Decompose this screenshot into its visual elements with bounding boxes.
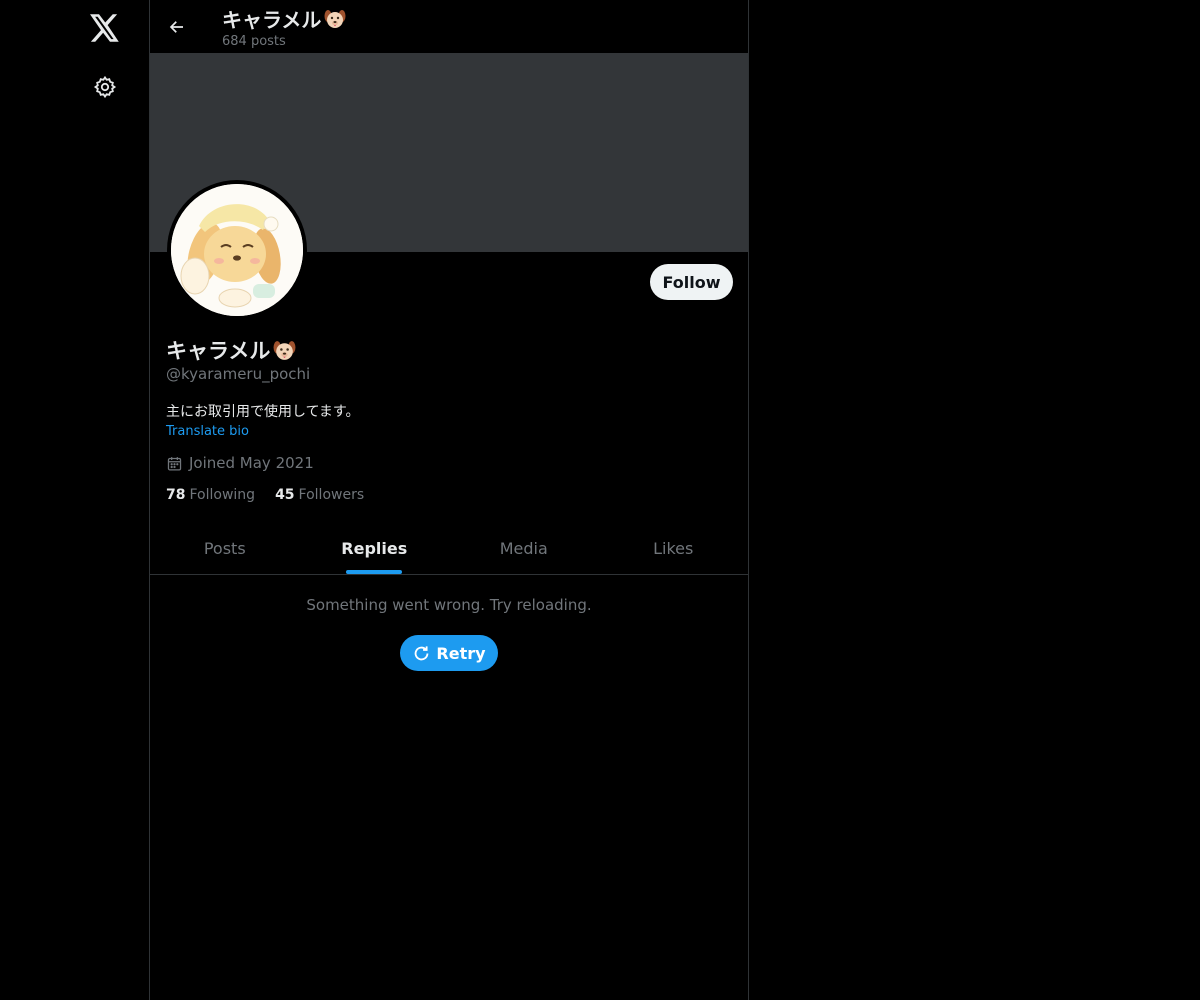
followers-label: Followers <box>298 487 365 503</box>
header-title: キャラメル <box>222 4 347 33</box>
joined-text: Joined May 2021 <box>189 454 314 472</box>
error-message: Something went wrong. Try reloading. <box>306 596 592 614</box>
tab-likes-label: Likes <box>653 538 694 558</box>
joined-date: Joined May 2021 <box>166 454 314 472</box>
tab-replies[interactable]: Replies <box>300 522 450 574</box>
back-arrow-button[interactable] <box>162 12 192 42</box>
follow-button[interactable]: Follow <box>650 264 733 300</box>
refresh-icon <box>415 645 429 660</box>
translate-bio-link[interactable]: Translate bio <box>166 424 249 439</box>
left-nav-rail <box>0 0 150 1000</box>
tab-posts-label: Posts <box>203 538 246 558</box>
profile-bio: 主にお取引用で使用してます。 <box>166 404 360 420</box>
calendar-icon <box>167 456 182 471</box>
tab-likes[interactable]: Likes <box>599 522 749 574</box>
profile-display-name: キャラメル <box>166 335 297 365</box>
tab-posts[interactable]: Posts <box>150 522 300 574</box>
profile-tabs: Posts Replies Media Likes <box>150 522 748 575</box>
dog-face-icon <box>273 340 296 360</box>
profile-top-bar: キャラメル 684 posts <box>150 0 748 53</box>
retry-button[interactable]: Retry <box>400 635 498 671</box>
followers-link[interactable]: 45 Followers <box>275 487 364 503</box>
following-link[interactable]: 78 Following <box>166 487 255 503</box>
follow-stats: 78 Following 45 Followers <box>166 487 364 503</box>
back-arrow-icon <box>169 21 183 33</box>
profile-avatar[interactable] <box>167 180 307 320</box>
followers-count: 45 <box>275 487 295 503</box>
settings-gear-icon[interactable] <box>86 68 124 106</box>
following-label: Following <box>189 487 256 503</box>
tab-media-label: Media <box>499 538 548 558</box>
dog-face-icon <box>324 9 346 28</box>
avatar-image <box>171 184 303 316</box>
active-tab-indicator <box>346 570 403 574</box>
display-name-text: キャラメル <box>166 339 271 363</box>
tab-media[interactable]: Media <box>449 522 599 574</box>
tab-replies-label: Replies <box>341 538 408 558</box>
x-logo-icon[interactable] <box>86 9 124 47</box>
app-root: キャラメル 684 posts Follow キャラメル @kyarameru_… <box>0 0 1200 1000</box>
retry-label: Retry <box>436 643 486 663</box>
header-posts-count: 684 posts <box>222 34 286 49</box>
following-count: 78 <box>166 487 186 503</box>
profile-handle: @kyarameru_pochi <box>166 365 311 383</box>
header-title-text: キャラメル <box>222 8 322 32</box>
profile-column: キャラメル 684 posts Follow キャラメル @kyarameru_… <box>149 0 749 1000</box>
